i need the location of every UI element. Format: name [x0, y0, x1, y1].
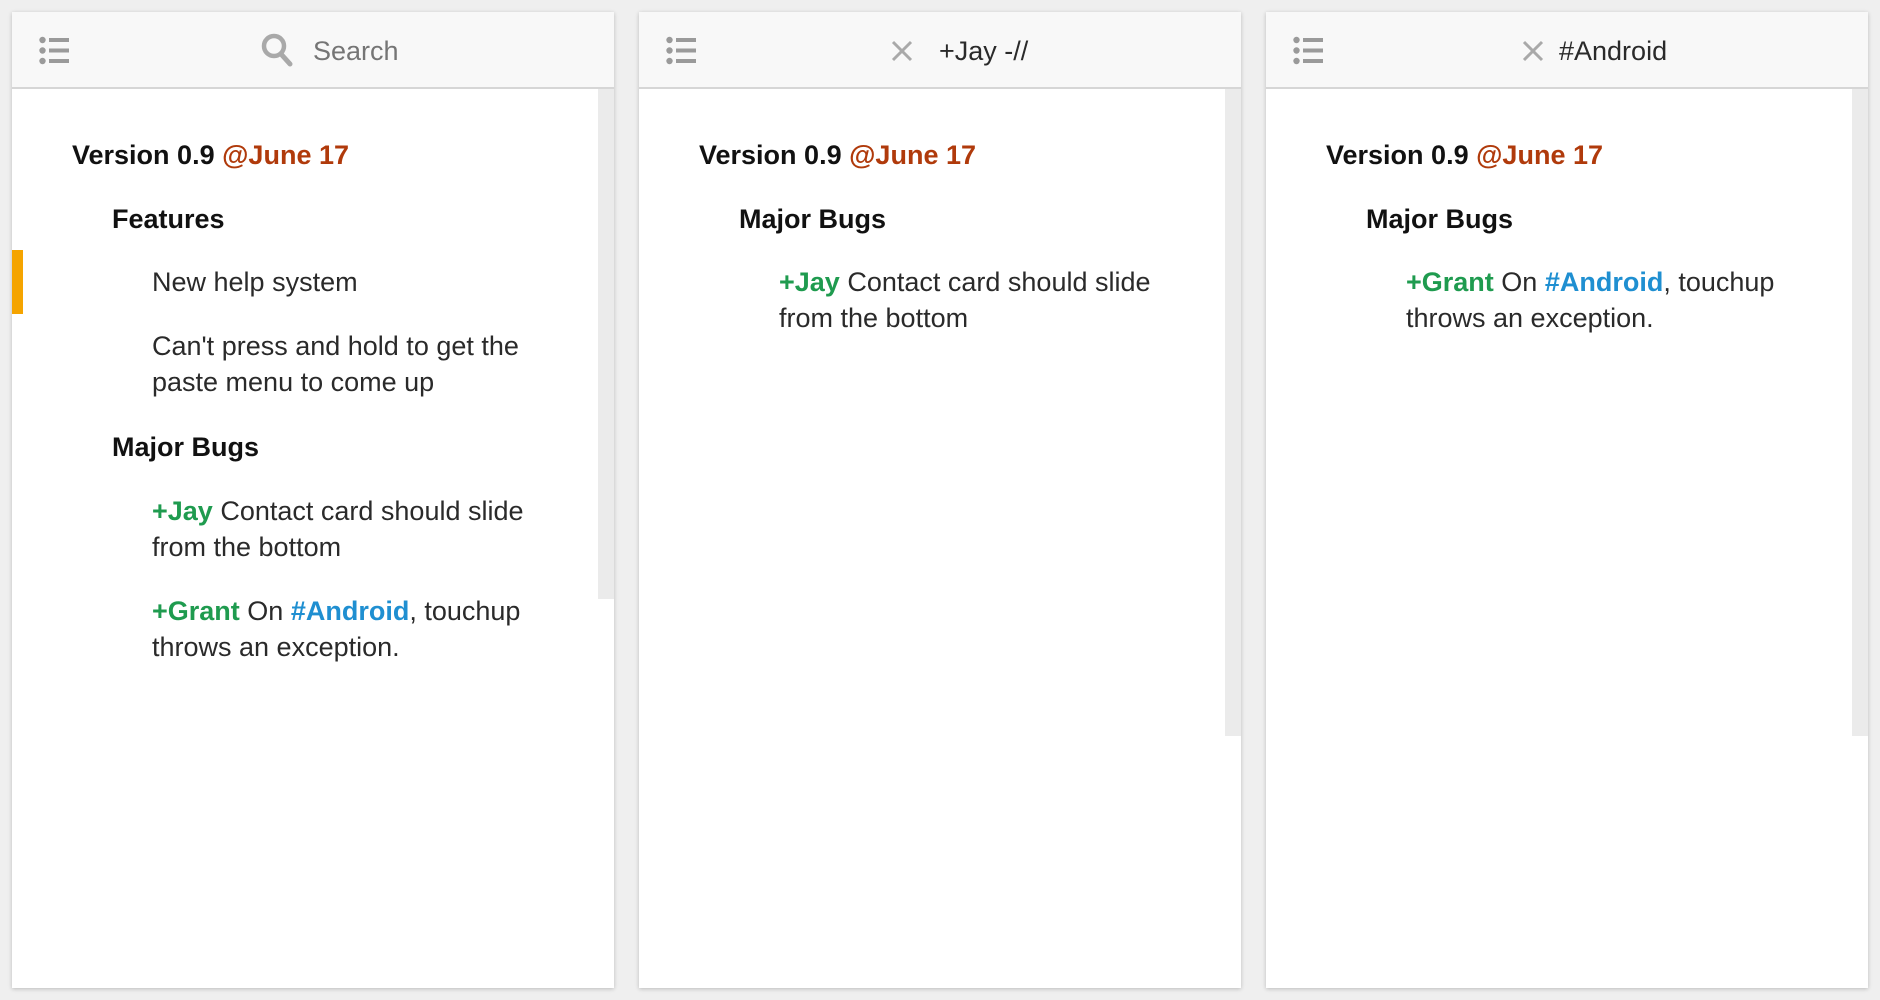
panel-toolbar [12, 12, 614, 89]
outline-panel-filter-android: #Android Version 0.9 @June 17 Major Bugs… [1266, 12, 1868, 988]
date-tag[interactable]: @June 17 [222, 140, 349, 170]
panel-toolbar: +Jay -// [639, 12, 1241, 89]
date-tag[interactable]: @June 17 [1476, 140, 1603, 170]
outline-item[interactable]: +Grant On #Android, touchup [1406, 264, 1774, 300]
outline-item-continuation[interactable]: from the bottom [779, 300, 968, 336]
outline-heading-major-bugs[interactable]: Major Bugs [112, 429, 259, 465]
list-menu-icon[interactable] [1293, 36, 1323, 65]
outline-item[interactable]: New help system [152, 264, 358, 300]
close-icon[interactable] [1522, 40, 1544, 62]
item-text: , touchup [409, 596, 521, 626]
item-text: On [1493, 267, 1545, 297]
version-label: Version 0.9 [1326, 140, 1469, 170]
outline-item[interactable]: +Jay Contact card should slide [779, 264, 1151, 300]
outline-item[interactable]: +Grant On #Android, touchup [152, 593, 520, 629]
outline-item-continuation[interactable]: throws an exception. [152, 629, 400, 665]
list-menu-icon[interactable] [39, 36, 69, 65]
panel-toolbar: #Android [1266, 12, 1868, 89]
app-stage: Version 0.9 @June 17 Features New help s… [0, 0, 1880, 1000]
scrollbar[interactable] [1852, 89, 1868, 736]
date-tag[interactable]: @June 17 [849, 140, 976, 170]
item-text: On [239, 596, 291, 626]
outline-heading-version[interactable]: Version 0.9 @June 17 [699, 137, 976, 173]
outline-item-continuation[interactable]: from the bottom [152, 529, 341, 565]
outline-panel-filter-jay: +Jay -// Version 0.9 @June 17 Major Bugs… [639, 12, 1241, 988]
version-label: Version 0.9 [699, 140, 842, 170]
outline-heading-version[interactable]: Version 0.9 @June 17 [1326, 137, 1603, 173]
outline-heading-major-bugs[interactable]: Major Bugs [739, 201, 886, 237]
outline-item-continuation[interactable]: paste menu to come up [152, 364, 434, 400]
person-tag[interactable]: +Jay [152, 496, 213, 526]
outline-heading-major-bugs[interactable]: Major Bugs [1366, 201, 1513, 237]
selected-item-indicator [12, 250, 23, 314]
search-input[interactable] [313, 32, 593, 70]
person-tag[interactable]: +Grant [152, 596, 240, 626]
outline-item[interactable]: +Jay Contact card should slide [152, 493, 524, 529]
outline-heading-version[interactable]: Version 0.9 @June 17 [72, 137, 349, 173]
search-icon [261, 33, 293, 67]
outline-item-continuation[interactable]: throws an exception. [1406, 300, 1654, 336]
person-tag[interactable]: +Jay [779, 267, 840, 297]
list-menu-icon[interactable] [666, 36, 696, 65]
outline-item[interactable]: Can't press and hold to get the [152, 328, 519, 364]
search-query[interactable]: #Android [1559, 32, 1667, 70]
scrollbar[interactable] [1225, 89, 1241, 736]
scrollbar[interactable] [598, 89, 614, 599]
close-icon[interactable] [891, 40, 913, 62]
item-text: , touchup [1663, 267, 1775, 297]
hashtag[interactable]: #Android [1545, 267, 1664, 297]
person-tag[interactable]: +Grant [1406, 267, 1494, 297]
outline-heading-features[interactable]: Features [112, 201, 225, 237]
item-text: Contact card should slide [839, 267, 1151, 297]
outline-panel-search: Version 0.9 @June 17 Features New help s… [12, 12, 614, 988]
search-query[interactable]: +Jay -// [939, 32, 1028, 70]
item-text: Contact card should slide [212, 496, 524, 526]
hashtag[interactable]: #Android [291, 596, 410, 626]
version-label: Version 0.9 [72, 140, 215, 170]
